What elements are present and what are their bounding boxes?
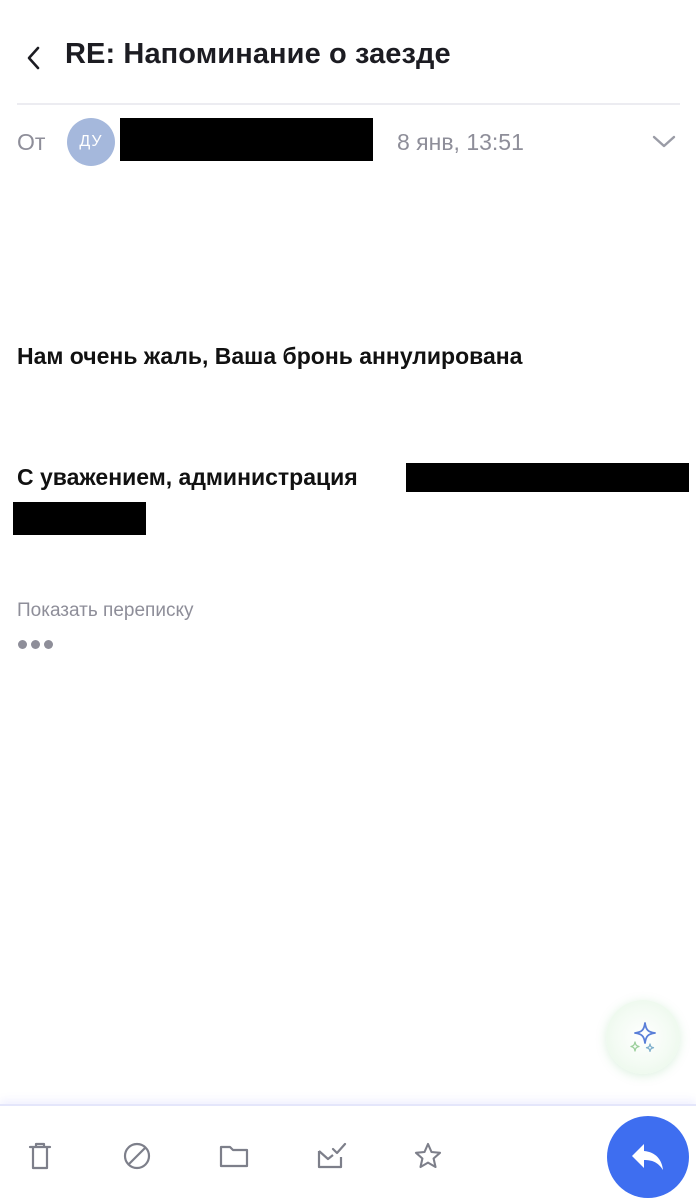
from-label: От <box>17 129 46 155</box>
message-date: 8 янв, 13:51 <box>397 129 524 155</box>
folder-icon <box>219 1145 249 1168</box>
envelope-check-icon <box>317 1142 347 1169</box>
header-divider <box>17 103 680 105</box>
reply-arrow-icon <box>632 1144 663 1170</box>
spam-button[interactable] <box>117 1136 157 1176</box>
expand-details-button[interactable] <box>648 126 680 158</box>
block-icon <box>123 1142 151 1170</box>
message-body-text: Нам очень жаль, Ваша бронь аннулирована <box>17 343 523 369</box>
mark-read-button[interactable] <box>311 1136 351 1176</box>
chevron-down-icon <box>652 135 676 148</box>
ai-assistant-button[interactable] <box>606 1000 680 1074</box>
back-button[interactable] <box>14 36 54 80</box>
quoted-text-toggle[interactable] <box>18 640 53 656</box>
dot <box>18 640 27 649</box>
move-to-folder-button[interactable] <box>214 1136 254 1176</box>
sparkle-icon <box>630 1022 656 1053</box>
chevron-left-icon <box>27 46 40 70</box>
delete-button[interactable] <box>20 1136 60 1176</box>
dot <box>31 640 40 649</box>
sender-avatar[interactable]: ДУ <box>67 118 115 166</box>
star-icon <box>414 1142 442 1169</box>
message-subject: RE: Напоминание о заезде <box>65 38 451 70</box>
message-header: RE: Напоминание о заезде <box>0 0 696 105</box>
redacted-sender-name <box>120 118 373 161</box>
bottom-toolbar <box>0 1104 696 1200</box>
reply-button[interactable] <box>607 1116 689 1198</box>
sender-row: От ДУ 8 янв, 13:51 <box>0 112 696 172</box>
dot <box>44 640 53 649</box>
flag-button[interactable] <box>408 1136 448 1176</box>
message-signature-text: С уважением, администрация <box>17 464 358 490</box>
redacted-organization-continued <box>13 502 146 535</box>
trash-icon <box>28 1142 52 1170</box>
redacted-organization <box>406 463 689 492</box>
show-thread-link[interactable]: Показать переписку <box>17 600 193 622</box>
